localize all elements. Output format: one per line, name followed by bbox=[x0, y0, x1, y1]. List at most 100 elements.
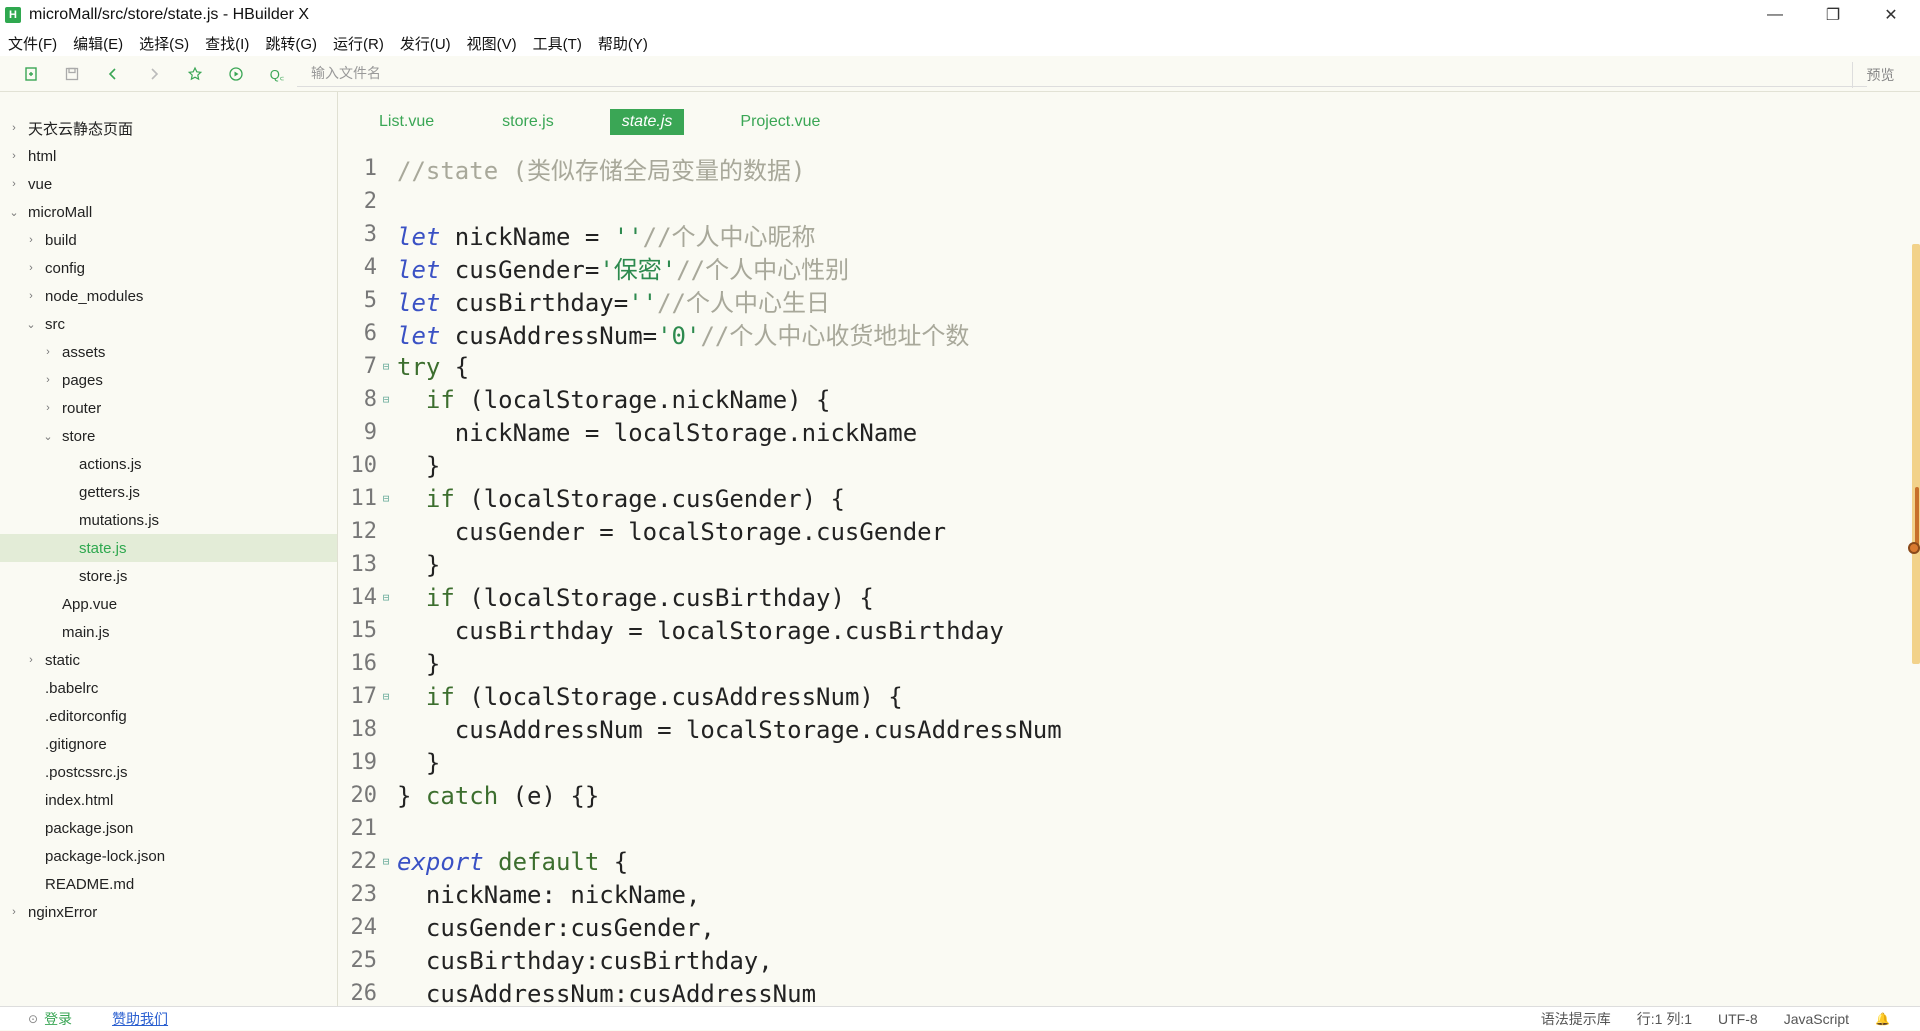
star-icon[interactable] bbox=[185, 64, 205, 84]
encoding-indicator[interactable]: UTF-8 bbox=[1718, 1011, 1758, 1027]
code-line[interactable]: 4 let cusGender='保密'//个人中心性别 bbox=[339, 251, 1899, 284]
fold-toggle-icon[interactable]: ⊟ bbox=[379, 360, 393, 373]
code-line[interactable]: 8 ⊟ if (localStorage.nickName) { bbox=[339, 383, 1899, 416]
chevron-right-icon[interactable]: › bbox=[25, 234, 37, 246]
minimize-button[interactable]: — bbox=[1746, 0, 1804, 30]
syntax-library-button[interactable]: 语法提示库 bbox=[1541, 1009, 1611, 1029]
fold-toggle-icon[interactable]: ⊟ bbox=[379, 690, 393, 703]
menu-item-8[interactable]: 工具(T) bbox=[525, 33, 590, 54]
cursor-position[interactable]: 行:1 列:1 bbox=[1637, 1009, 1692, 1029]
chevron-down-icon[interactable]: ⌄ bbox=[42, 430, 54, 443]
save-icon[interactable] bbox=[62, 64, 82, 84]
menu-item-3[interactable]: 查找(I) bbox=[197, 33, 257, 54]
tree-item[interactable]: › nginxError bbox=[0, 898, 337, 926]
menu-item-9[interactable]: 帮助(Y) bbox=[590, 33, 656, 54]
menu-item-2[interactable]: 选择(S) bbox=[131, 33, 197, 54]
chevron-down-icon[interactable]: ⌄ bbox=[8, 206, 20, 219]
code-line[interactable]: 1 //state (类似存储全局变量的数据) bbox=[339, 152, 1899, 185]
code-line[interactable]: 6 let cusAddressNum='0'//个人中心收货地址个数 bbox=[339, 317, 1899, 350]
tree-item[interactable]: App.vue bbox=[0, 590, 337, 618]
code-line[interactable]: 17 ⊟ if (localStorage.cusAddressNum) { bbox=[339, 680, 1899, 713]
language-mode[interactable]: JavaScript bbox=[1784, 1011, 1849, 1027]
preview-button[interactable]: 预览 bbox=[1852, 62, 1908, 88]
tree-item[interactable]: › static bbox=[0, 646, 337, 674]
code-line[interactable]: 11 ⊟ if (localStorage.cusGender) { bbox=[339, 482, 1899, 515]
tree-item[interactable]: ⌄ src bbox=[0, 310, 337, 338]
menu-item-0[interactable]: 文件(F) bbox=[0, 33, 65, 54]
tree-item[interactable]: › html bbox=[0, 142, 337, 170]
tree-item[interactable]: store.js bbox=[0, 562, 337, 590]
tree-item[interactable]: › config bbox=[0, 254, 337, 282]
tree-item[interactable]: README.md bbox=[0, 870, 337, 898]
chevron-right-icon[interactable]: › bbox=[42, 374, 54, 386]
menu-item-5[interactable]: 运行(R) bbox=[325, 33, 392, 54]
tree-item[interactable]: state.js bbox=[0, 534, 337, 562]
tree-item[interactable]: mutations.js bbox=[0, 506, 337, 534]
chevron-right-icon[interactable]: › bbox=[8, 178, 20, 190]
code-line[interactable]: 3 let nickName = ''//个人中心昵称 bbox=[339, 218, 1899, 251]
tab-project-vue[interactable]: Project.vue bbox=[728, 109, 832, 135]
menu-item-4[interactable]: 跳转(G) bbox=[257, 33, 325, 54]
tree-item[interactable]: main.js bbox=[0, 618, 337, 646]
code-line[interactable]: 13 } bbox=[339, 548, 1899, 581]
chevron-right-icon[interactable]: › bbox=[8, 906, 20, 918]
back-icon[interactable] bbox=[103, 64, 123, 84]
code-line[interactable]: 21 bbox=[339, 812, 1899, 845]
fold-toggle-icon[interactable]: ⊟ bbox=[379, 855, 393, 868]
minimap-scrollbar[interactable] bbox=[1912, 244, 1920, 664]
chevron-right-icon[interactable]: › bbox=[8, 122, 20, 134]
tree-item[interactable]: package.json bbox=[0, 814, 337, 842]
code-line[interactable]: 2 bbox=[339, 185, 1899, 218]
code-area[interactable]: 1//state (类似存储全局变量的数据) 2 3 let nickName = '… bbox=[339, 152, 1899, 1010]
run-icon[interactable] bbox=[226, 64, 246, 84]
tab-list-vue[interactable]: List.vue bbox=[367, 109, 446, 135]
menu-item-7[interactable]: 视图(V) bbox=[459, 33, 525, 54]
code-line[interactable]: 18 cusAddressNum = localStorage.cusAddre… bbox=[339, 713, 1899, 746]
maximize-button[interactable]: ❐ bbox=[1804, 0, 1862, 30]
tree-item[interactable]: › vue bbox=[0, 170, 337, 198]
code-line[interactable]: 15 cusBirthday = localStorage.cusBirthda… bbox=[339, 614, 1899, 647]
fold-toggle-icon[interactable]: ⊟ bbox=[379, 492, 393, 505]
chevron-right-icon[interactable]: › bbox=[25, 262, 37, 274]
menu-item-6[interactable]: 发行(U) bbox=[392, 33, 459, 54]
menu-item-1[interactable]: 编辑(E) bbox=[65, 33, 131, 54]
tab-state-js[interactable]: state.js bbox=[609, 109, 685, 135]
fold-toggle-icon[interactable]: ⊟ bbox=[379, 393, 393, 406]
tree-item[interactable]: .gitignore bbox=[0, 730, 337, 758]
code-line[interactable]: 14 ⊟ if (localStorage.cusBirthday) { bbox=[339, 581, 1899, 614]
chevron-down-icon[interactable]: ⌄ bbox=[25, 318, 37, 331]
chevron-right-icon[interactable]: › bbox=[42, 346, 54, 358]
chevron-right-icon[interactable]: › bbox=[25, 654, 37, 666]
sponsor-link[interactable]: 赞助我们 bbox=[112, 1009, 168, 1029]
tree-item[interactable]: .babelrc bbox=[0, 674, 337, 702]
code-line[interactable]: 7 ⊟ try { bbox=[339, 350, 1899, 383]
code-line[interactable]: 16 } bbox=[339, 647, 1899, 680]
close-button[interactable]: ✕ bbox=[1862, 0, 1920, 30]
scroll-handle[interactable] bbox=[1908, 542, 1920, 554]
tree-item[interactable]: .postcssrc.js bbox=[0, 758, 337, 786]
tree-item[interactable]: package-lock.json bbox=[0, 842, 337, 870]
code-editor[interactable]: List.vue store.js state.js Project.vue 1 //s… bbox=[339, 92, 1920, 1008]
forward-icon[interactable] bbox=[144, 64, 164, 84]
file-search-input[interactable]: 输入文件名 bbox=[297, 60, 1867, 87]
new-file-icon[interactable] bbox=[21, 64, 41, 84]
tree-item[interactable]: › 天衣云静态页面 bbox=[0, 114, 337, 142]
code-line[interactable]: 23 nickName: nickName, bbox=[339, 878, 1899, 911]
tree-item[interactable]: actions.js bbox=[0, 450, 337, 478]
code-line[interactable]: 24 cusGender:cusGender, bbox=[339, 911, 1899, 944]
tree-item[interactable]: › pages bbox=[0, 366, 337, 394]
code-line[interactable]: 20} catch (e) {} bbox=[339, 779, 1899, 812]
login-button[interactable]: ⊙ 登录 bbox=[28, 1009, 72, 1029]
tree-item[interactable]: › assets bbox=[0, 338, 337, 366]
scroll-position-marker[interactable] bbox=[1915, 487, 1919, 547]
code-line[interactable]: 22 ⊟ export default { bbox=[339, 845, 1899, 878]
tree-item[interactable]: getters.js bbox=[0, 478, 337, 506]
tree-item[interactable]: › node_modules bbox=[0, 282, 337, 310]
tree-item[interactable]: › build bbox=[0, 226, 337, 254]
tree-item[interactable]: index.html bbox=[0, 786, 337, 814]
code-line[interactable]: 12 cusGender = localStorage.cusGender bbox=[339, 515, 1899, 548]
chevron-right-icon[interactable]: › bbox=[8, 150, 20, 162]
chevron-right-icon[interactable]: › bbox=[42, 402, 54, 414]
fold-toggle-icon[interactable]: ⊟ bbox=[379, 591, 393, 604]
tree-item[interactable]: › router bbox=[0, 394, 337, 422]
